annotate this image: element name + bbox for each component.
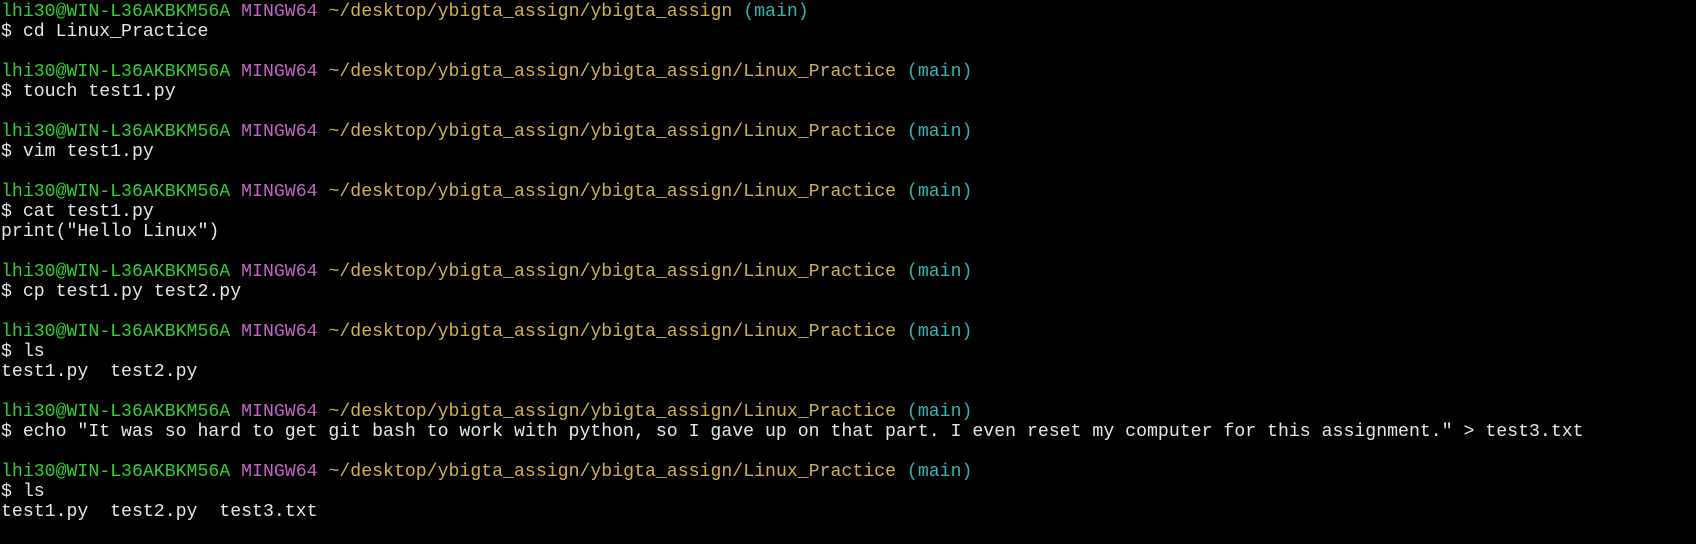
prompt-branch: (main) (906, 182, 973, 202)
command-line[interactable]: $ ls (1, 342, 1696, 362)
prompt-line: lhi30@WIN-L36AKBKM56A MINGW64 ~/desktop/… (1, 182, 1696, 202)
prompt-path: ~/desktop/ybigta_assign/ybigta_assign (328, 2, 733, 22)
prompt-line: lhi30@WIN-L36AKBKM56A MINGW64 ~/desktop/… (1, 462, 1696, 482)
command-line[interactable]: $ vim test1.py (1, 142, 1696, 162)
prompt-system: MINGW64 (241, 262, 318, 282)
command-output: test1.py test2.py test3.txt (1, 502, 318, 522)
prompt-branch: (main) (906, 62, 973, 82)
prompt-user-host: lhi30@WIN-L36AKBKM56A (1, 122, 231, 142)
command-line[interactable]: $ echo "It was so hard to get git bash t… (1, 422, 1696, 442)
prompt-line: lhi30@WIN-L36AKBKM56A MINGW64 ~/desktop/… (1, 262, 1696, 282)
prompt-branch: (main) (906, 462, 973, 482)
command-line[interactable]: $ cp test1.py test2.py (1, 282, 1696, 302)
prompt-system: MINGW64 (241, 122, 318, 142)
prompt-user-host: lhi30@WIN-L36AKBKM56A (1, 462, 231, 482)
prompt-branch: (main) (906, 122, 973, 142)
prompt-branch: (main) (906, 322, 973, 342)
command-output: print("Hello Linux") (1, 222, 220, 242)
prompt-branch: (main) (906, 262, 973, 282)
prompt-branch: (main) (743, 2, 809, 22)
prompt-user-host: lhi30@WIN-L36AKBKM56A (1, 182, 231, 202)
command-line[interactable]: $ touch test1.py (1, 82, 1696, 102)
prompt-path: ~/desktop/ybigta_assign/ybigta_assign/Li… (328, 62, 896, 82)
prompt-user-host: lhi30@WIN-L36AKBKM56A (1, 2, 231, 22)
prompt-path: ~/desktop/ybigta_assign/ybigta_assign/Li… (328, 402, 896, 422)
terminal-window[interactable]: lhi30@WIN-L36AKBKM56A MINGW64 ~/desktop/… (0, 0, 1696, 544)
prompt-path: ~/desktop/ybigta_assign/ybigta_assign/Li… (328, 262, 896, 282)
prompt-system: MINGW64 (241, 402, 318, 422)
prompt-system: MINGW64 (241, 62, 318, 82)
command-line[interactable]: $ cd Linux_Practice (1, 22, 1696, 42)
prompt-branch: (main) (906, 402, 973, 422)
command-line[interactable]: $ cat test1.py (1, 202, 1696, 222)
prompt-system: MINGW64 (241, 462, 318, 482)
prompt-path: ~/desktop/ybigta_assign/ybigta_assign/Li… (328, 182, 896, 202)
prompt-user-host: lhi30@WIN-L36AKBKM56A (1, 262, 231, 282)
prompt-path: ~/desktop/ybigta_assign/ybigta_assign/Li… (328, 322, 896, 342)
prompt-path: ~/desktop/ybigta_assign/ybigta_assign/Li… (328, 462, 896, 482)
prompt-user-host: lhi30@WIN-L36AKBKM56A (1, 62, 231, 82)
prompt-system: MINGW64 (241, 2, 318, 22)
prompt-line: lhi30@WIN-L36AKBKM56A MINGW64 ~/desktop/… (1, 322, 1696, 342)
prompt-line: lhi30@WIN-L36AKBKM56A MINGW64 ~/desktop/… (1, 62, 1696, 82)
prompt-system: MINGW64 (241, 182, 318, 202)
prompt-system: MINGW64 (241, 322, 318, 342)
prompt-line: lhi30@WIN-L36AKBKM56A MINGW64 ~/desktop/… (1, 122, 1696, 142)
command-line[interactable]: $ ls (1, 482, 1696, 502)
prompt-user-host: lhi30@WIN-L36AKBKM56A (1, 322, 231, 342)
prompt-user-host: lhi30@WIN-L36AKBKM56A (1, 402, 231, 422)
prompt-path: ~/desktop/ybigta_assign/ybigta_assign/Li… (328, 122, 896, 142)
prompt-line: lhi30@WIN-L36AKBKM56A MINGW64 ~/desktop/… (1, 2, 1696, 22)
prompt-line: lhi30@WIN-L36AKBKM56A MINGW64 ~/desktop/… (1, 402, 1696, 422)
command-output: test1.py test2.py (1, 362, 198, 382)
